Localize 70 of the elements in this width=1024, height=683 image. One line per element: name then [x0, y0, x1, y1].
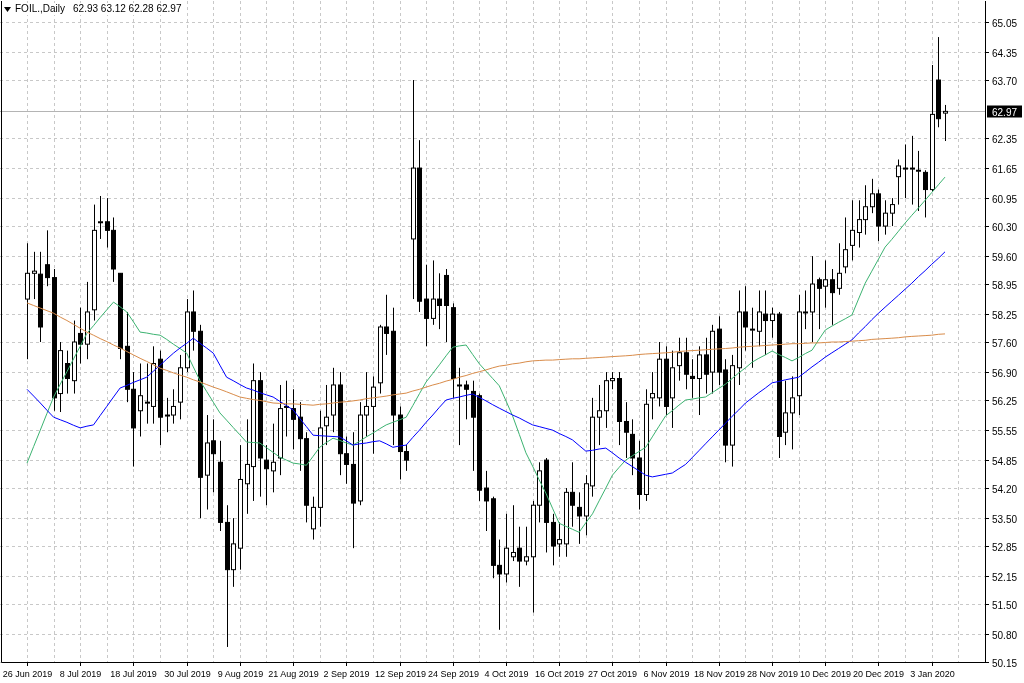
price-axis-label: 53.50 — [992, 513, 1018, 525]
price-axis-label: 57.60 — [992, 337, 1018, 349]
price-axis-label: 63.70 — [992, 75, 1018, 87]
date-axis-label: 18 Jul 2019 — [110, 669, 157, 679]
candlestick — [291, 388, 296, 450]
date-axis-label: 3 Jan 2020 — [910, 669, 955, 679]
date-axis-label: 10 Dec 2019 — [800, 669, 851, 679]
ohlc-values: 62.93 63.12 62.28 62.97 — [73, 3, 182, 15]
candlestick — [577, 491, 582, 545]
price-axis-label: 54.85 — [992, 455, 1018, 467]
date-axis-label: 8 Jul 2019 — [59, 669, 102, 679]
candlestick — [943, 104, 948, 142]
price-axis-label: 54.20 — [992, 483, 1018, 495]
candlestick — [178, 354, 183, 420]
candlestick — [524, 526, 529, 566]
date-axis-label: 4 Oct 2019 — [484, 669, 529, 679]
candlestick — [504, 513, 509, 584]
candlestick — [750, 307, 755, 369]
candlestick — [597, 384, 602, 446]
price-axis-label: 65.05 — [992, 17, 1018, 29]
candlestick — [464, 380, 469, 420]
current-price-label: 62.97 — [987, 105, 1022, 118]
candlestick — [697, 345, 702, 416]
candlestick — [331, 367, 336, 433]
price-axis-label: 52.15 — [992, 571, 1018, 583]
date-axis-label: 18 Nov 2019 — [694, 669, 745, 679]
price-axis-label: 61.65 — [992, 163, 1018, 175]
date-axis-label: 21 Aug 2019 — [268, 669, 319, 679]
date-axis-label: 28 Nov 2019 — [747, 669, 798, 679]
candlestick — [637, 440, 642, 511]
price-axis-label: 56.25 — [992, 395, 1018, 407]
chart-symbol-title: FOIL.,Daily — [15, 3, 65, 15]
price-axis-label: 58.25 — [992, 309, 1018, 321]
ref-line-label: 62.97 — [992, 106, 1018, 118]
candlestick — [923, 169, 928, 218]
date-axis-label: 27 Oct 2019 — [588, 669, 637, 679]
caret-icon[interactable] — [4, 6, 11, 12]
price-axis-label: 56.90 — [992, 367, 1018, 379]
price-axis-label: 50.80 — [992, 629, 1018, 641]
price-axis-label: 60.30 — [992, 221, 1018, 233]
price-axis-label: 52.85 — [992, 541, 1018, 553]
date-axis-label: 30 Jul 2019 — [164, 669, 211, 679]
date-axis-label: 20 Dec 2019 — [853, 669, 904, 679]
date-axis-label: 24 Sep 2019 — [428, 669, 479, 679]
candlestick — [65, 350, 70, 395]
candlestick — [311, 496, 316, 541]
candlestick — [45, 229, 50, 287]
candlestick — [271, 423, 276, 493]
candlestick — [830, 268, 835, 326]
date-axis-label: 12 Sep 2019 — [375, 669, 426, 679]
date-axis-label: 16 Oct 2019 — [535, 669, 584, 679]
candlestick — [484, 470, 489, 532]
price-axis-label: 59.60 — [992, 251, 1018, 263]
date-axis-label: 2 Sep 2019 — [323, 669, 370, 679]
price-axis-label: 51.50 — [992, 599, 1018, 611]
price-axis-label: 50.15 — [992, 657, 1018, 669]
price-axis-label: 62.35 — [992, 133, 1018, 145]
candlestick — [677, 337, 682, 382]
price-axis-label: 55.55 — [992, 425, 1018, 437]
candlestick — [903, 143, 908, 199]
price-axis-label: 58.95 — [992, 279, 1018, 291]
candlestick — [770, 307, 775, 339]
date-axis-label: 26 Jun 2019 — [2, 669, 53, 679]
candlestick — [883, 199, 888, 236]
candlestick — [850, 199, 855, 261]
price-axis-label: 64.35 — [992, 47, 1018, 59]
price-axis-label: 60.95 — [992, 193, 1018, 205]
candlestick — [657, 341, 662, 407]
date-axis-label: 6 Nov 2019 — [643, 669, 690, 679]
date-axis-label: 9 Aug 2019 — [217, 669, 264, 679]
